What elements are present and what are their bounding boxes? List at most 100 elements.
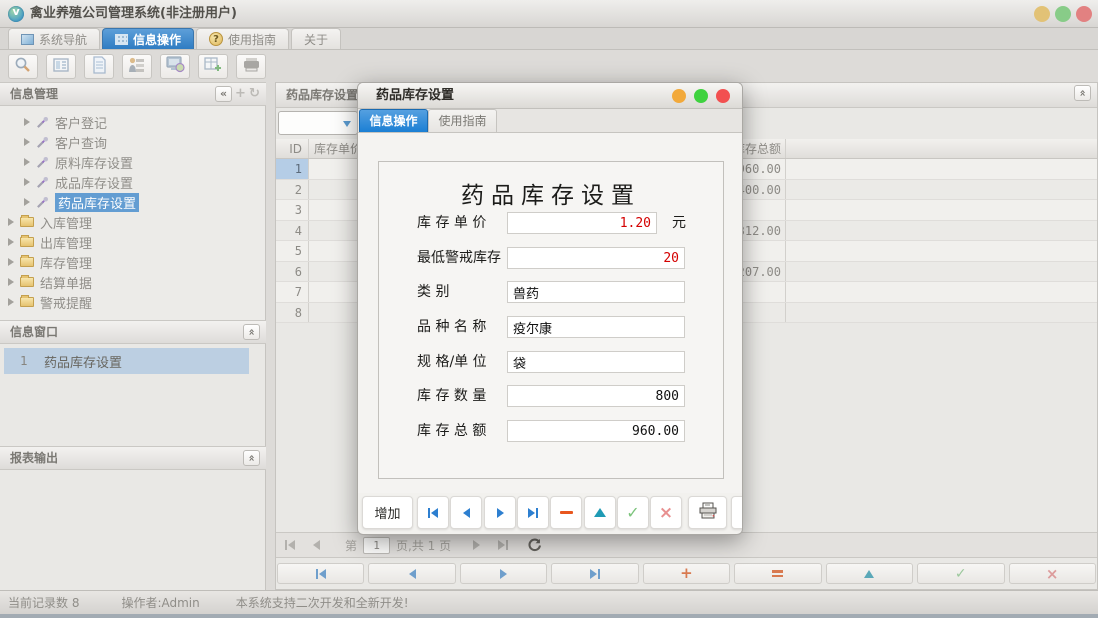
monitor-globe-button[interactable] — [160, 54, 190, 79]
expand-arrow-icon[interactable] — [8, 298, 14, 306]
delete-record-button[interactable] — [550, 496, 582, 529]
expand-arrow-icon[interactable] — [24, 178, 30, 186]
next-record-button[interactable] — [484, 496, 516, 529]
first-record-button[interactable] — [417, 496, 449, 529]
previous-record-button[interactable] — [368, 563, 455, 584]
tab-info-operation[interactable]: 信息操作 — [102, 28, 194, 49]
record-navigation-bar: + ✓ × — [277, 563, 1096, 584]
cell-id: 4 — [276, 221, 309, 241]
item-label: 药品库存设置 — [44, 352, 122, 371]
expand-arrow-icon[interactable] — [24, 118, 30, 126]
confirm-button[interactable]: ✓ — [917, 563, 1004, 584]
sidebar-item-settlement-documents[interactable]: 结算单据 — [8, 272, 92, 292]
expand-arrow-icon[interactable] — [8, 238, 14, 246]
filter-dropdown[interactable] — [278, 111, 358, 135]
panel-title: 药品库存设置 — [286, 88, 358, 102]
close-button[interactable] — [1076, 6, 1092, 22]
next-page-button[interactable] — [473, 540, 480, 550]
dialog-close-button[interactable] — [716, 89, 730, 103]
last-record-button[interactable] — [551, 563, 638, 584]
printer-icon — [698, 502, 718, 523]
cancel-button[interactable]: × — [650, 496, 682, 529]
dialog-minimize-button[interactable] — [672, 89, 686, 103]
window-controls — [1034, 6, 1092, 22]
dialog-titlebar: 药品库存设置 — [358, 83, 742, 109]
previous-page-button[interactable] — [313, 540, 320, 550]
maximize-button[interactable] — [1055, 6, 1071, 22]
preview-button[interactable] — [731, 496, 743, 529]
sidebar-item-alert-reminder[interactable]: 警戒提醒 — [8, 292, 92, 312]
first-page-button[interactable] — [285, 540, 295, 550]
column-header-id[interactable]: ID — [276, 139, 309, 158]
alert-stock-input[interactable] — [507, 247, 685, 269]
spec-unit-input[interactable] — [507, 351, 685, 373]
sidebar-item-customer-registration[interactable]: 客户登记 — [24, 112, 107, 132]
dialog-tab-info-operation[interactable]: 信息操作 — [359, 109, 428, 132]
user-report-button[interactable] — [122, 54, 152, 79]
search-button[interactable] — [8, 54, 38, 79]
table-add-button[interactable] — [198, 54, 228, 79]
info-window-item-selected[interactable]: 1 药品库存设置 — [4, 348, 249, 374]
first-record-button[interactable] — [277, 563, 364, 584]
stock-total-input[interactable] — [507, 420, 685, 442]
field-label-stock-total: 库 存 总 额 — [417, 420, 486, 442]
document-icon — [92, 56, 107, 78]
minimize-button[interactable] — [1034, 6, 1050, 22]
tool-icon — [36, 136, 49, 149]
sidebar-item-customer-query[interactable]: 客户查询 — [24, 132, 107, 152]
dialog-tab-user-guide[interactable]: 使用指南 — [428, 109, 497, 132]
form-list-button[interactable] — [46, 54, 76, 79]
grid-icon — [115, 34, 128, 45]
variety-name-input[interactable] — [507, 316, 685, 338]
page-number-input[interactable] — [363, 537, 390, 554]
cancel-button[interactable]: × — [1009, 563, 1096, 584]
collapse-sidebar-button[interactable]: « — [215, 86, 232, 102]
collapse-panel-button[interactable]: « — [243, 450, 260, 466]
edit-record-button[interactable] — [826, 563, 913, 584]
sidebar-item-stock-in[interactable]: 入库管理 — [8, 212, 92, 232]
sidebar-item-finished-product-stock[interactable]: 成品库存设置 — [24, 172, 133, 192]
tree-item-label: 出库管理 — [40, 233, 92, 252]
tree-item-label: 库存管理 — [40, 253, 92, 272]
dialog-maximize-button[interactable] — [694, 89, 708, 103]
sidebar-item-inventory-management[interactable]: 库存管理 — [8, 252, 92, 272]
last-record-button[interactable] — [517, 496, 549, 529]
last-page-button[interactable] — [498, 540, 508, 550]
tab-system-navigation[interactable]: 系统导航 — [8, 28, 100, 49]
add-icon[interactable]: + — [235, 86, 246, 102]
sidebar-item-stock-out[interactable]: 出库管理 — [8, 232, 92, 252]
page-label-prefix: 第 — [345, 537, 357, 554]
collapse-panel-button[interactable]: « — [1074, 85, 1091, 101]
sidebar-item-drug-stock-selected[interactable]: 药品库存设置 — [24, 192, 139, 212]
next-record-button[interactable] — [460, 563, 547, 584]
cell-id: 1 — [276, 159, 309, 179]
confirm-button[interactable]: ✓ — [617, 496, 649, 529]
refresh-icon[interactable]: ↻ — [249, 86, 260, 102]
stock-quantity-input[interactable] — [507, 385, 685, 407]
document-button[interactable] — [84, 54, 114, 79]
add-button[interactable]: 增加 — [362, 496, 413, 529]
table-add-icon — [204, 56, 222, 77]
previous-record-button[interactable] — [450, 496, 482, 529]
expand-arrow-icon[interactable] — [24, 198, 30, 206]
tree-item-label-selected: 药品库存设置 — [55, 193, 139, 212]
expand-arrow-icon[interactable] — [24, 138, 30, 146]
panel-title: 信息窗口 — [10, 325, 58, 339]
delete-record-button[interactable] — [734, 563, 821, 584]
dialog-toolbar: 增加 ✓ × — [358, 496, 742, 530]
refresh-icon[interactable] — [527, 538, 541, 552]
expand-arrow-icon[interactable] — [8, 278, 14, 286]
sidebar-item-raw-material-stock[interactable]: 原料库存设置 — [24, 152, 133, 172]
tab-user-guide[interactable]: ? 使用指南 — [196, 28, 289, 49]
collapse-panel-button[interactable]: « — [243, 324, 260, 340]
expand-arrow-icon[interactable] — [24, 158, 30, 166]
print-button[interactable] — [688, 496, 727, 529]
add-record-button[interactable]: + — [643, 563, 730, 584]
tab-about[interactable]: 关于 — [291, 28, 341, 49]
category-input[interactable] — [507, 281, 685, 303]
expand-arrow-icon[interactable] — [8, 218, 14, 226]
edit-record-button[interactable] — [584, 496, 616, 529]
expand-arrow-icon[interactable] — [8, 258, 14, 266]
unit-price-input[interactable] — [507, 212, 657, 234]
printer-button[interactable] — [236, 54, 266, 79]
